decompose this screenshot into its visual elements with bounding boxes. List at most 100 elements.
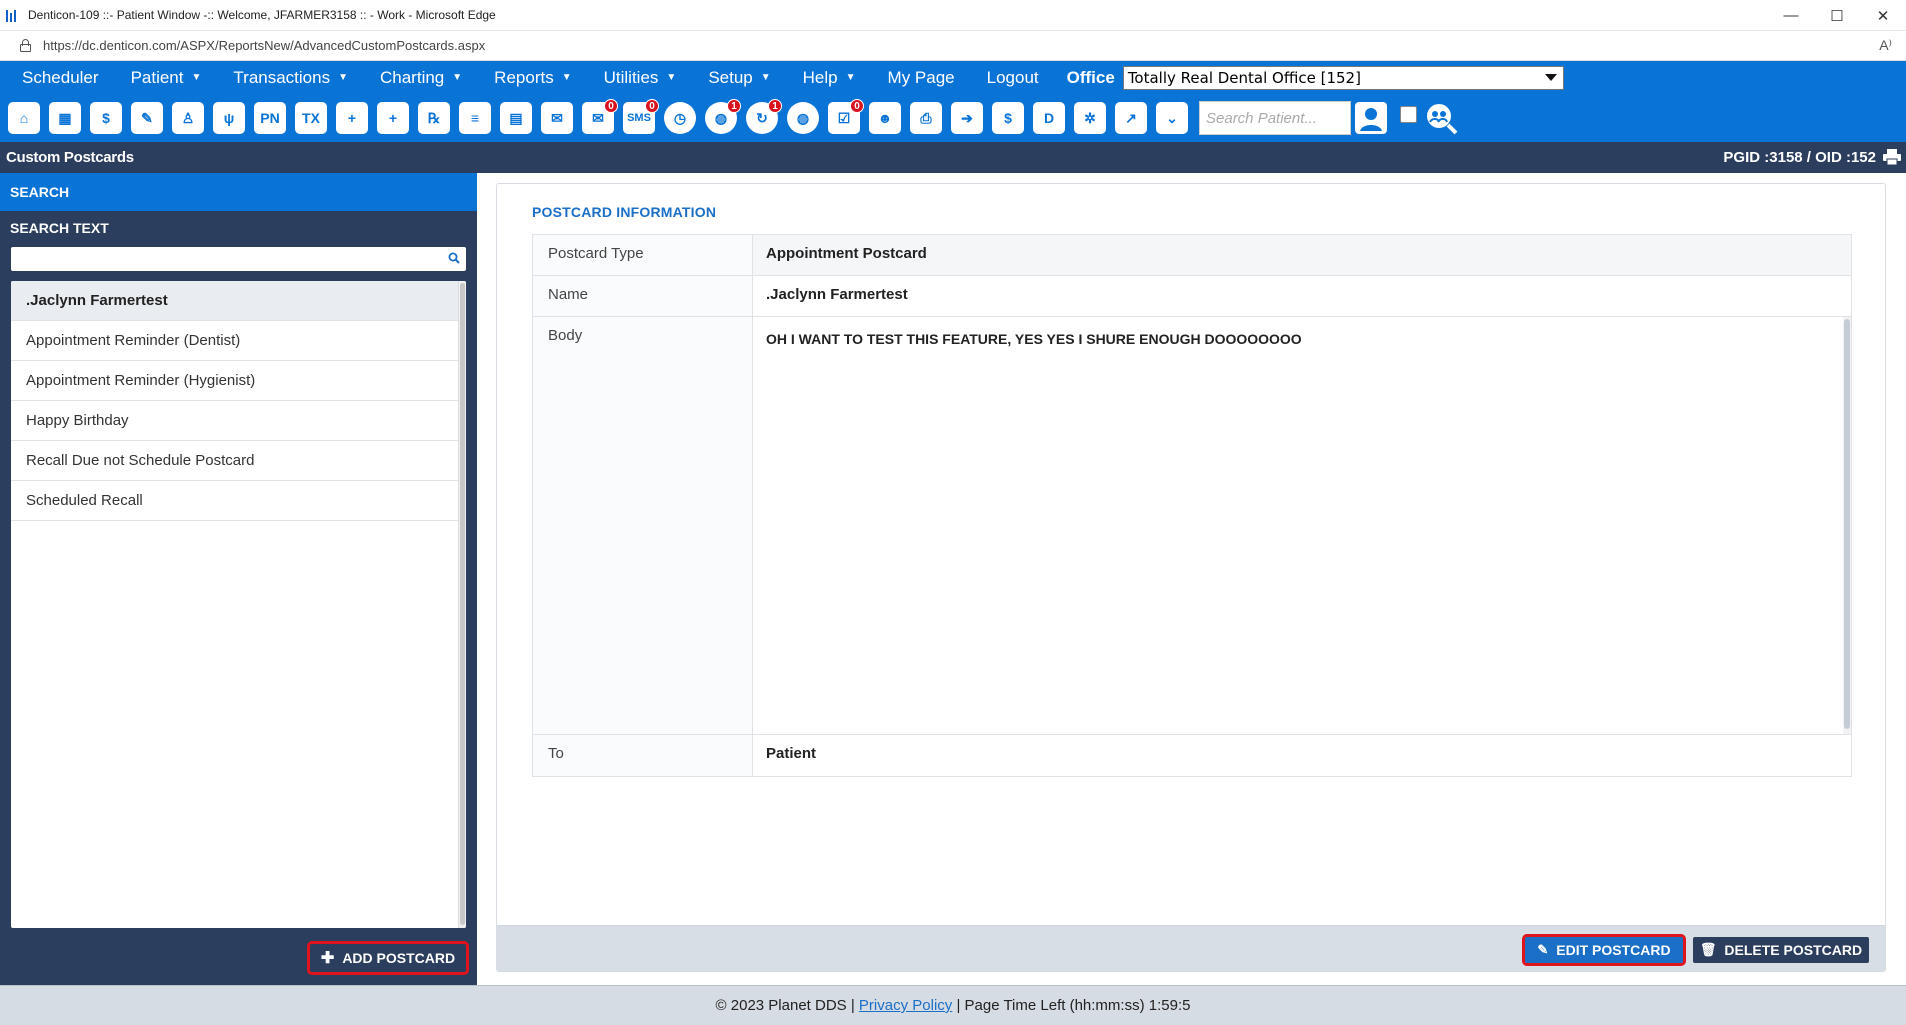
card-footer: ✎ EDIT POSTCARD 🗑︎ DELETE POSTCARD [497,925,1885,971]
checklist-icon[interactable]: ☑ 0 [826,99,864,136]
tooth-chart-icon-glyph: ψ [213,102,245,134]
document-icon[interactable]: ≡ [457,100,493,136]
maximize-button[interactable]: ☐ [1814,0,1860,31]
menu-patient[interactable]: Patient ▼ [121,68,212,88]
privacy-policy-link[interactable]: Privacy Policy [859,997,952,1014]
page-header: Custom Postcards PGID :3158 / OID :152 [0,142,1906,173]
menu-setup[interactable]: Setup ▼ [698,68,780,88]
postcard-list-item[interactable]: Appointment Reminder (Hygienist) [11,361,459,401]
menu-charting[interactable]: Charting ▼ [370,68,472,88]
globe-alert-icon[interactable]: ◍ 1 [703,99,741,136]
add-family-icon[interactable]: + [375,100,411,136]
postcard-list: .Jaclynn Farmertest Appointment Reminder … [11,281,466,928]
line-chart-icon[interactable]: ↗ [1113,100,1149,136]
plus-icon: ✚ [320,950,335,967]
menu-help[interactable]: Help ▼ [793,68,866,88]
name-value: .Jaclynn Farmertest [766,286,908,303]
group-search-icon[interactable] [1423,100,1459,136]
read-aloud-icon[interactable]: A⁾ [1879,37,1892,54]
delete-postcard-button[interactable]: 🗑︎ DELETE POSTCARD [1693,937,1869,963]
search-panel: SEARCH SEARCH TEXT .Jaclynn Farmertest Ap… [0,173,477,985]
add-patient-icon[interactable]: + [334,100,370,136]
menu-transactions[interactable]: Transactions ▼ [223,68,358,88]
section-title: POSTCARD INFORMATION [532,204,717,220]
clock-icon[interactable]: ◷ [662,100,698,136]
daysheet-icon[interactable]: D [1031,100,1067,136]
treatment-icon[interactable]: TX [293,100,329,136]
daysheet-icon-glyph: D [1033,102,1065,134]
dollar-icon[interactable]: $ [88,100,124,136]
arrow-shield-icon-glyph: ➔ [951,102,983,134]
minimize-button[interactable]: — [1768,0,1814,31]
chevron-down-shield-icon-glyph: ⌄ [1156,102,1188,134]
icon-toolbar: ⌂ ▦ $ ✎ ♙ ψ PN TX + + ℞ ≡ ▤ ✉ ✉ 0 SMS 0 ◷ ◍ 1 ↻ 1 ◍ ☑ 0 ☻ ⎙ ➔ $ D ✲ ↗ ⌄ Se… [0,94,1906,142]
tooth-icon[interactable]: ♙ [170,100,206,136]
postcard-list-item[interactable]: Scheduled Recall [11,481,459,521]
progress-notes-icon[interactable]: PN [252,100,288,136]
menu-reports[interactable]: Reports ▼ [484,68,581,88]
calendar-icon-glyph: ▦ [49,102,81,134]
notes-edit-icon[interactable]: ✎ [129,100,165,136]
trash-icon: 🗑︎ [1699,942,1717,957]
address-bar[interactable]: https://dc.denticon.com/ASPX/ReportsNew/… [0,31,1906,61]
search-icon[interactable] [448,252,460,264]
name-label: Name [533,276,753,316]
menu-label: Help [802,67,838,87]
body-text: OH I WANT TO TEST THIS FEATURE, YES YES … [766,331,1302,347]
menu-label: Reports [494,67,554,87]
list-scrollbar[interactable] [458,281,466,928]
menu-label: Charting [380,67,445,87]
notification-badge: 0 [604,99,618,113]
mail-icon[interactable]: ✉ [539,100,575,136]
line-chart-icon-glyph: ↗ [1115,102,1147,134]
menu-scheduler[interactable]: Scheduler [12,68,109,88]
search-patient-input[interactable]: Search Patient... [1199,101,1351,135]
message-icon[interactable]: ✉ 0 [580,99,618,136]
toolbar-checkbox[interactable] [1400,106,1417,123]
printer-icon[interactable]: ⎙ [908,100,944,136]
dollar-icon-glyph: $ [90,102,122,134]
postcard-list-item[interactable]: .Jaclynn Farmertest [11,281,459,321]
search-input[interactable] [11,247,466,271]
menu-my-page[interactable]: My Page [878,68,965,88]
network-icon[interactable]: ✲ [1072,100,1108,136]
prescription-icon[interactable]: ℞ [416,100,452,136]
notification-badge: 1 [768,99,782,113]
refresh-user-icon[interactable]: ↻ 1 [744,99,782,136]
url-text[interactable]: https://dc.denticon.com/ASPX/ReportsNew/… [43,38,485,53]
money-shield-icon[interactable]: $ [990,100,1026,136]
print-icon[interactable] [1882,148,1902,166]
window-title-bar: Denticon-109 ::- Patient Window -:: Welc… [0,0,1906,31]
close-button[interactable]: ✕ [1860,0,1906,31]
home-icon[interactable]: ⌂ [6,100,42,136]
postcard-list-item[interactable]: Happy Birthday [11,401,459,441]
tooth-chart-icon[interactable]: ψ [211,100,247,136]
caret-down-icon: ▼ [666,72,677,83]
postcard-info-table: Postcard Type Appointment Postcard Name … [532,234,1852,777]
print-doc-icon[interactable]: ▤ [498,100,534,136]
web-icon[interactable]: ◍ [785,100,821,136]
menu-logout[interactable]: Logout [977,68,1049,88]
postcard-list-item[interactable]: Recall Due not Schedule Postcard [11,441,459,481]
sms-icon[interactable]: SMS 0 [621,99,659,136]
print-doc-icon-glyph: ▤ [500,102,532,134]
arrow-shield-icon[interactable]: ➔ [949,100,985,136]
mail-icon-glyph: ✉ [541,102,573,134]
caret-down-icon: ▼ [845,72,856,83]
body-scrollbar[interactable] [1843,317,1851,734]
edit-postcard-button[interactable]: ✎ EDIT POSTCARD [1522,934,1686,966]
family-icon-glyph: ☻ [869,102,901,134]
family-icon[interactable]: ☻ [867,100,903,136]
office-select[interactable]: Totally Real Dental Office [152] [1122,65,1564,90]
postcard-list-item[interactable]: Appointment Reminder (Dentist) [11,321,459,361]
calendar-icon[interactable]: ▦ [47,100,83,136]
pencil-icon: ✎ [1537,942,1549,957]
person-search-icon[interactable] [1353,100,1389,136]
chevron-down-shield-icon[interactable]: ⌄ [1154,100,1190,136]
add-postcard-button[interactable]: ✚ ADD POSTCARD [307,941,469,975]
search-text-label: SEARCH TEXT [10,220,109,236]
menu-utilities[interactable]: Utilities ▼ [594,68,687,88]
body-row: Body OH I WANT TO TEST THIS FEATURE, YES… [533,317,1851,735]
to-row: To Patient [533,735,1851,776]
caret-down-icon: ▼ [561,72,572,83]
